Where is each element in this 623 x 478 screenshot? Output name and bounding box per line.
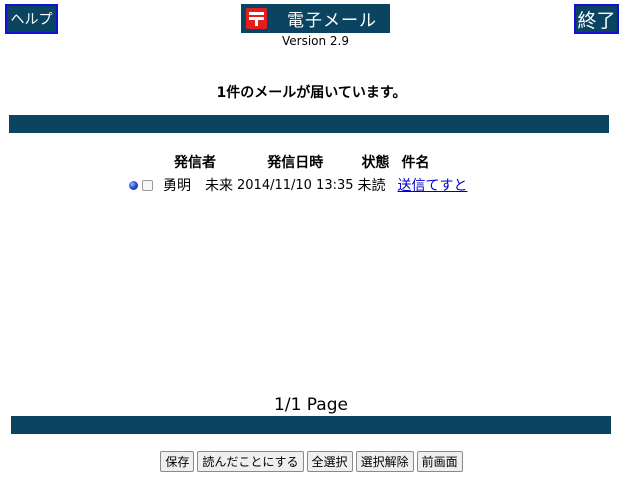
help-button[interactable]: ヘルプ: [5, 4, 58, 34]
save-button[interactable]: 保存: [160, 451, 195, 472]
col-sender: 発信者: [174, 155, 216, 171]
back-button[interactable]: 前画面: [416, 451, 463, 472]
select-all-button[interactable]: 全選択: [306, 451, 353, 472]
mail-count-notice: 1件のメールが届いています。: [216, 85, 407, 101]
col-status: 状態: [361, 155, 390, 171]
bottom-divider-bar: [11, 416, 611, 434]
row-status: 未読: [357, 178, 386, 194]
app-title: 電子メール: [287, 11, 377, 31]
table-header-row: 発信者 発信日時 状態 件名: [127, 152, 470, 175]
mail-list-table: 発信者 発信日時 状態 件名 勇明 未来 2014/11/10 13:35 未読…: [127, 152, 470, 195]
exit-button[interactable]: 終了: [574, 4, 619, 34]
row-select-checkbox[interactable]: [142, 179, 153, 191]
col-subject: 件名: [401, 155, 430, 171]
unread-dot-icon: [129, 180, 138, 190]
action-buttons: 保存 読んだことにする 全選択 選択解除 前画面: [0, 451, 623, 472]
mark-read-button[interactable]: 読んだことにする: [197, 451, 304, 472]
row-sender: 勇明 未来: [163, 178, 233, 194]
col-date: 発信日時: [267, 155, 324, 171]
exit-label: 終了: [577, 9, 616, 32]
row-subject-link[interactable]: 送信てすと: [398, 178, 468, 194]
row-date: 2014/11/10 13:35: [237, 177, 354, 193]
mail-page: ヘルプ 電子メール Version 2.9 終了 1件のメールが届いています。 …: [0, 0, 623, 478]
version-label: Version 2.9: [281, 34, 350, 48]
help-label: ヘルプ: [10, 12, 53, 28]
postal-mark-icon: [246, 8, 267, 29]
page-indicator: 1/1 Page: [274, 395, 348, 415]
app-title-bar: 電子メール: [241, 4, 390, 33]
table-row: 勇明 未来 2014/11/10 13:35 未読 送信てすと: [127, 175, 470, 195]
top-divider-bar: [9, 115, 609, 133]
deselect-button[interactable]: 選択解除: [355, 451, 414, 472]
